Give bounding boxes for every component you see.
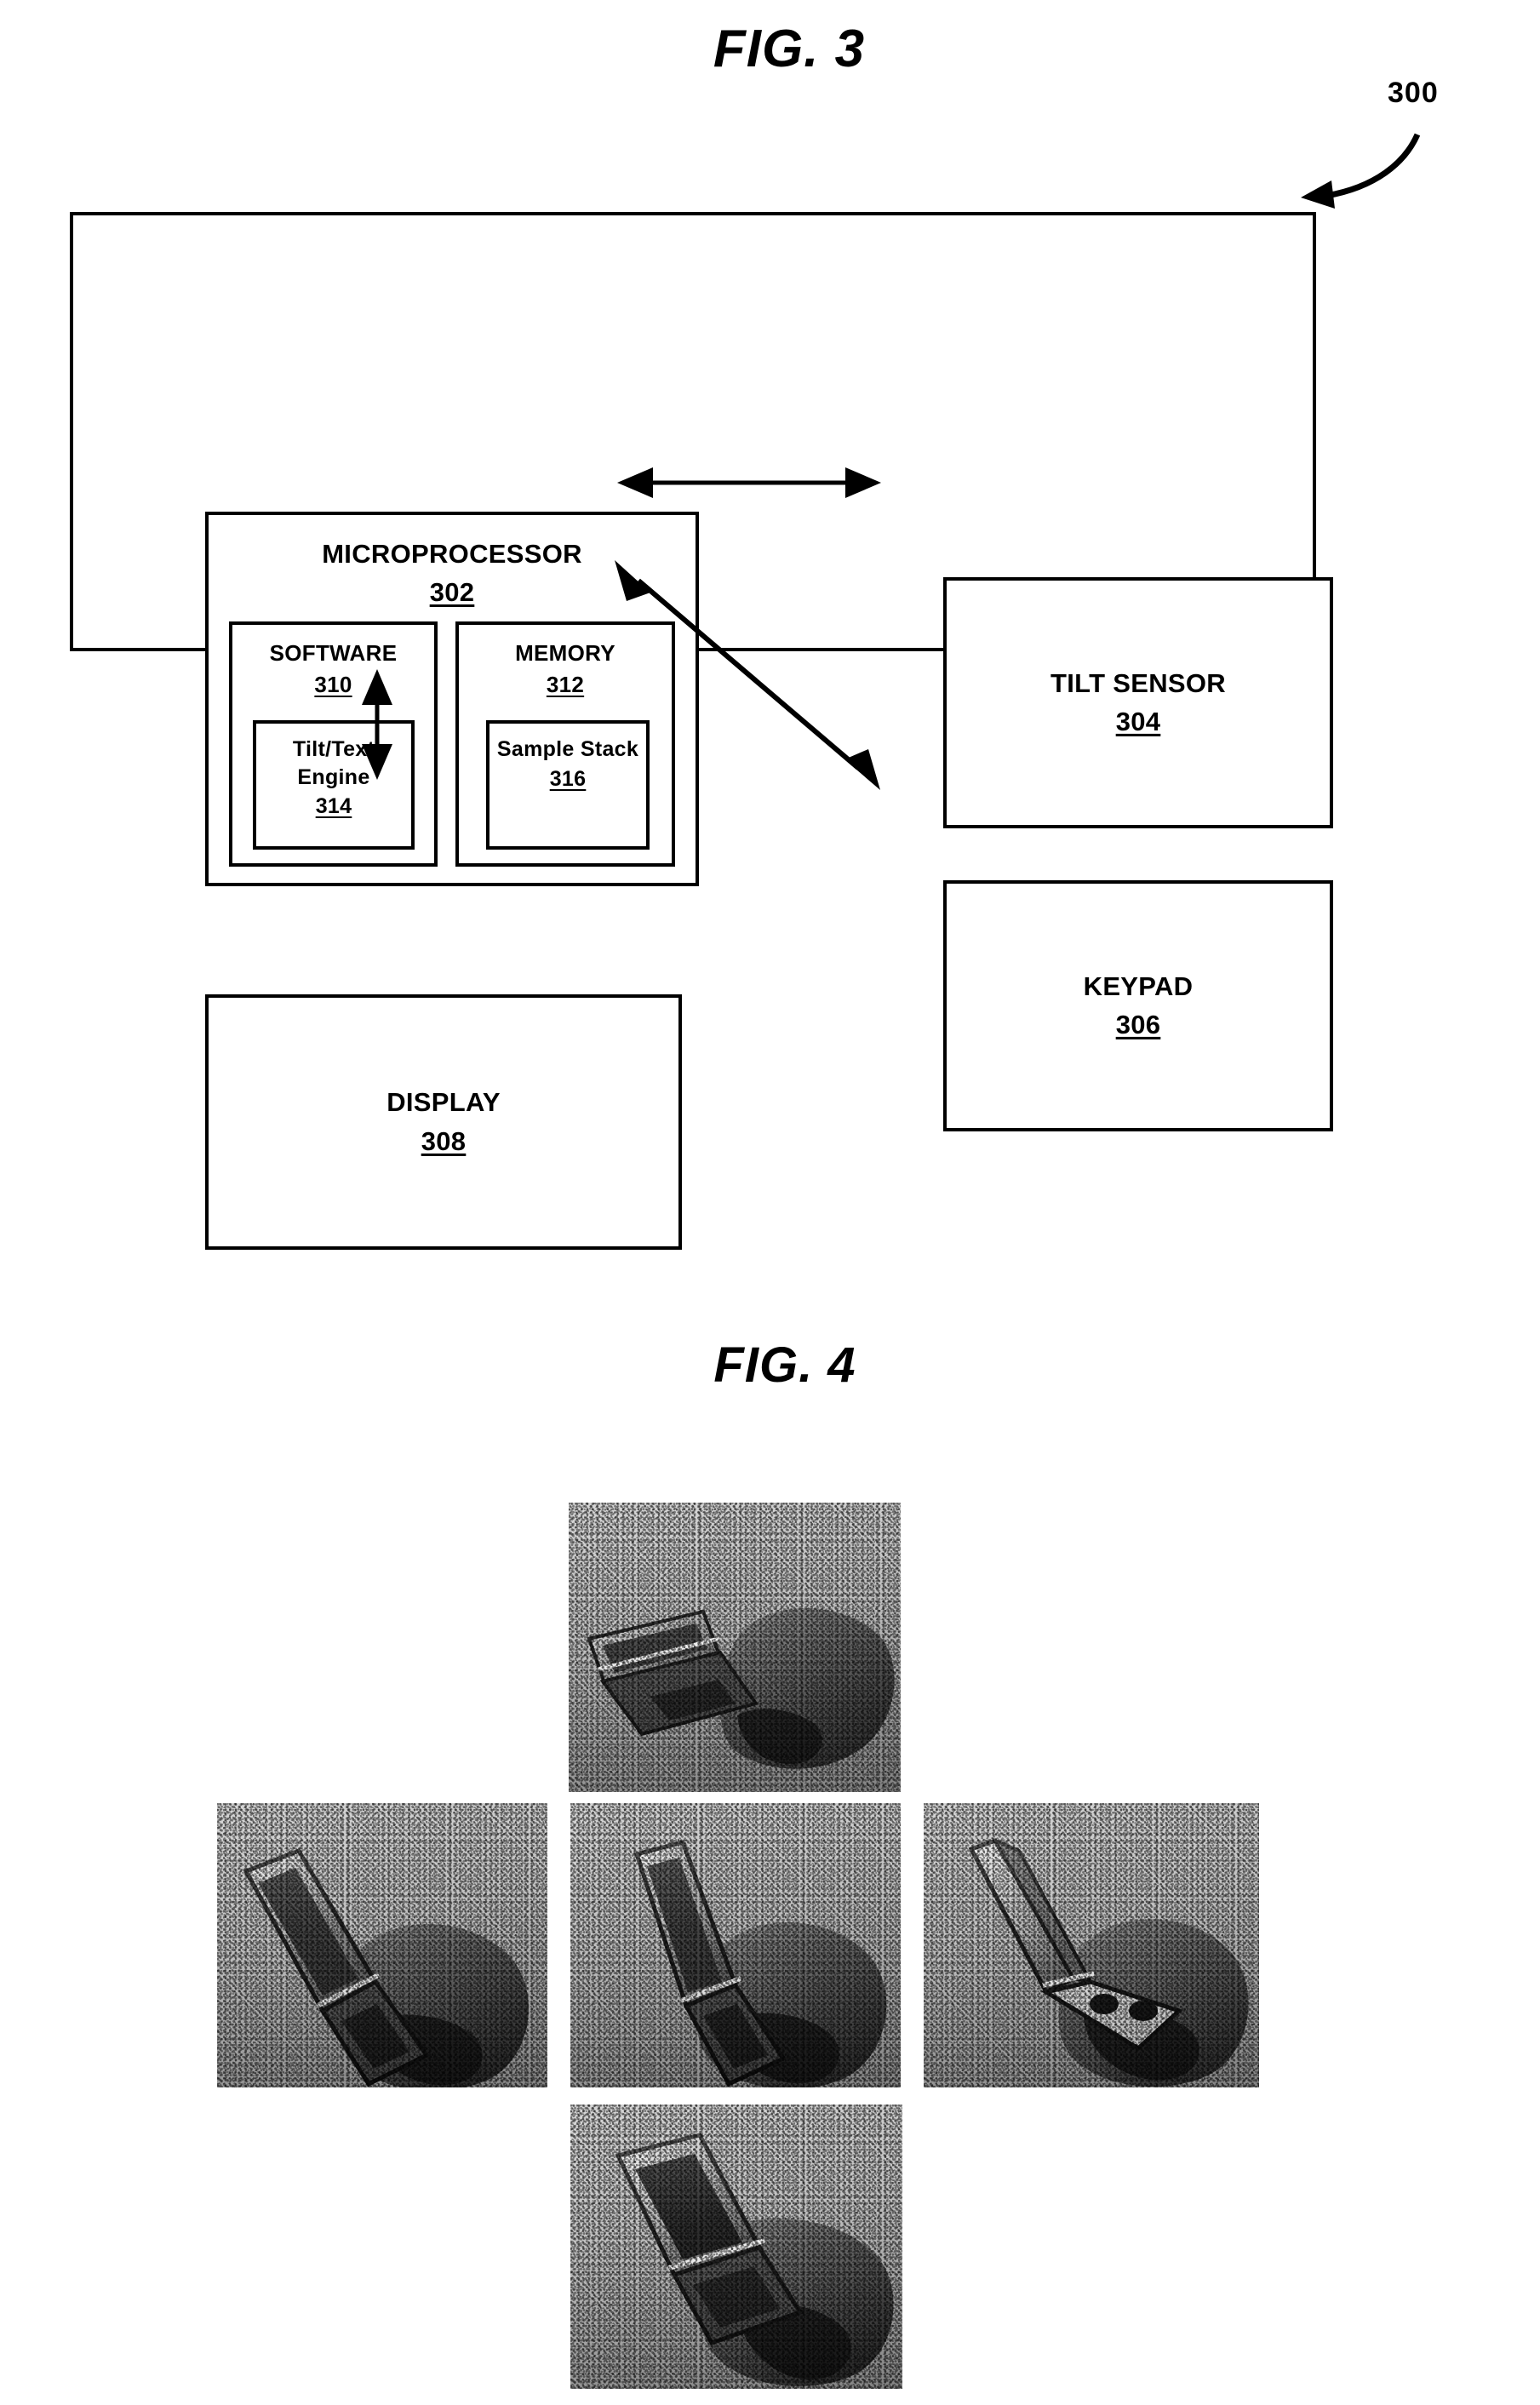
phone-neutral-illustration xyxy=(633,1840,887,2087)
software-label: SOFTWARE xyxy=(269,640,398,666)
phone-tilt-toward-illustration xyxy=(615,2133,894,2386)
photo-phone-tilt-away xyxy=(569,1503,901,1792)
photo-phone-tilt-left xyxy=(217,1803,547,2087)
figure-4-title: FIG. 4 xyxy=(713,1337,856,1393)
phone-tilt-away-illustration xyxy=(587,1607,895,1769)
memory-label: MEMORY xyxy=(515,640,615,666)
display-label: DISPLAY xyxy=(386,1086,501,1117)
microprocessor-label: MICROPROCESSOR xyxy=(322,539,582,569)
phone-tilt-right-illustration xyxy=(968,1836,1249,2087)
photo-phone-neutral xyxy=(570,1803,901,2087)
software-block: SOFTWARE 310 Tilt/Text Engine 314 xyxy=(229,621,438,867)
reference-callout-arrow-icon xyxy=(1301,133,1421,209)
software-label-group: SOFTWARE 310 xyxy=(232,640,434,697)
connector-microprocessor-tilt-sensor xyxy=(617,467,881,498)
keypad-block: KEYPAD 306 xyxy=(943,880,1333,1131)
tilt-sensor-label: TILT SENSOR xyxy=(1051,667,1226,698)
tilt-sensor-block: TILT SENSOR 304 xyxy=(943,577,1333,828)
phone-tilt-left-illustration xyxy=(243,1847,529,2087)
connector-microprocessor-keypad xyxy=(615,560,880,790)
display-block: DISPLAY 308 xyxy=(205,994,682,1250)
keypad-numeral: 306 xyxy=(1115,1010,1161,1039)
software-numeral: 310 xyxy=(314,671,352,697)
photo-phone-tilt-right xyxy=(924,1803,1259,2087)
figure-3-title: FIG. 3 xyxy=(713,20,866,78)
photo-phone-tilt-toward xyxy=(570,2104,902,2389)
display-label-group: DISPLAY 308 xyxy=(209,1087,678,1157)
tilt-text-engine-numeral: 314 xyxy=(315,794,352,818)
figure-3-reference-numeral: 300 xyxy=(1388,77,1439,109)
keypad-label: KEYPAD xyxy=(1083,971,1194,1001)
keypad-label-group: KEYPAD 306 xyxy=(947,971,1330,1040)
tilt-sensor-label-group: TILT SENSOR 304 xyxy=(947,667,1330,737)
connector-microprocessor-display xyxy=(362,669,392,780)
display-numeral: 308 xyxy=(421,1125,467,1156)
tilt-sensor-numeral: 304 xyxy=(1115,707,1161,736)
